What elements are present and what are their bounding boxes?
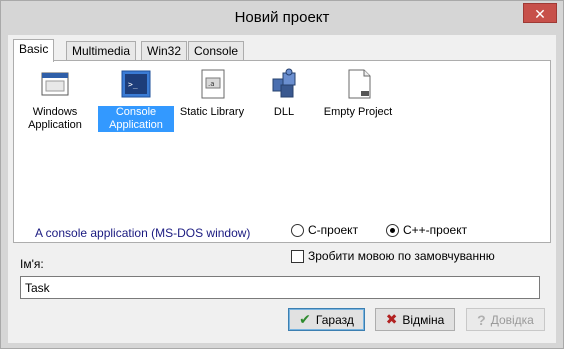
project-item-empty-project[interactable]: Empty Project — [320, 67, 396, 119]
project-item-static-library[interactable]: .a Static Library — [174, 67, 250, 119]
console-icon: >_ — [119, 67, 153, 101]
cpp-project-label: C++-проект — [403, 223, 468, 237]
title-bar[interactable]: Новий проект ✕ — [1, 1, 563, 35]
default-language-option[interactable]: Зробити мовою по замовчуванню — [291, 249, 495, 263]
help-button[interactable]: ? Довідка — [466, 308, 545, 331]
library-icon: .a — [195, 67, 229, 101]
tab-basic[interactable]: Basic — [13, 39, 55, 62]
help-icon: ? — [477, 311, 486, 328]
c-project-radio[interactable] — [291, 223, 304, 237]
cpp-project-option[interactable]: C++-проект — [386, 223, 467, 237]
checkmark-icon: ✔ — [299, 311, 311, 327]
dialog-body: Basic Multimedia Win32 Console Windows A… — [8, 35, 556, 343]
c-project-label: C-проект — [308, 223, 359, 237]
close-button[interactable]: ✕ — [523, 3, 557, 23]
svg-text:>_: >_ — [128, 80, 138, 89]
new-project-dialog: Новий проект ✕ Basic Multimedia Win32 Co… — [0, 0, 564, 349]
project-name-input[interactable] — [20, 276, 540, 299]
c-project-option[interactable]: C-проект — [291, 223, 358, 237]
project-item-dll[interactable]: DLL — [246, 67, 322, 119]
svg-text:.a: .a — [208, 80, 215, 88]
cancel-button[interactable]: ✖ Відміна — [375, 308, 455, 331]
window-icon — [38, 67, 72, 101]
project-description: A console application (MS-DOS window) — [35, 226, 251, 240]
x-icon: ✖ — [385, 311, 398, 327]
ok-button[interactable]: ✔ Гаразд — [288, 308, 365, 331]
project-type-list: Windows Application >_ Console Applicati… — [13, 60, 551, 243]
cpp-project-radio[interactable] — [386, 223, 399, 237]
puzzle-icon — [267, 67, 301, 101]
project-item-console-application[interactable]: >_ Console Application — [98, 67, 174, 132]
name-label: Ім'я: — [20, 257, 44, 271]
default-language-checkbox[interactable] — [291, 249, 304, 263]
project-item-windows-application[interactable]: Windows Application — [17, 67, 93, 132]
tab-win32[interactable]: Win32 — [141, 41, 188, 61]
dialog-title: Новий проект — [234, 9, 330, 26]
default-language-label: Зробити мовою по замовчуванню — [308, 249, 495, 263]
tab-console[interactable]: Console — [188, 41, 245, 61]
blank-document-icon — [341, 67, 375, 101]
tab-multimedia[interactable]: Multimedia — [66, 41, 137, 61]
